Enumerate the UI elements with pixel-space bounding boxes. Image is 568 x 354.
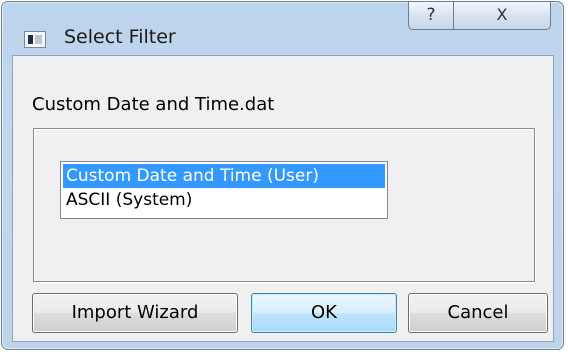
app-icon [24, 31, 46, 48]
help-button[interactable]: ? [408, 2, 454, 30]
cancel-button[interactable]: Cancel [408, 293, 548, 333]
list-item-ascii-system[interactable]: ASCII (System) [63, 188, 385, 212]
dialog-content: Custom Date and Time.dat Custom Date and… [12, 55, 554, 342]
ok-button[interactable]: OK [251, 293, 397, 333]
file-name-label: Custom Date and Time.dat [32, 94, 275, 115]
question-mark-icon: ? [426, 5, 436, 25]
close-button[interactable]: X [454, 2, 551, 30]
list-item-custom-date-time[interactable]: Custom Date and Time (User) [63, 164, 385, 188]
close-icon: X [496, 5, 508, 24]
select-filter-dialog: Select Filter ? X Custom Date and Time.d… [1, 1, 564, 350]
window-title: Select Filter [64, 26, 176, 48]
import-wizard-button[interactable]: Import Wizard [32, 293, 238, 333]
title-bar[interactable]: Select Filter ? X [2, 2, 563, 54]
filter-group-box: Custom Date and Time (User) ASCII (Syste… [33, 128, 535, 282]
filter-listbox[interactable]: Custom Date and Time (User) ASCII (Syste… [60, 161, 388, 219]
